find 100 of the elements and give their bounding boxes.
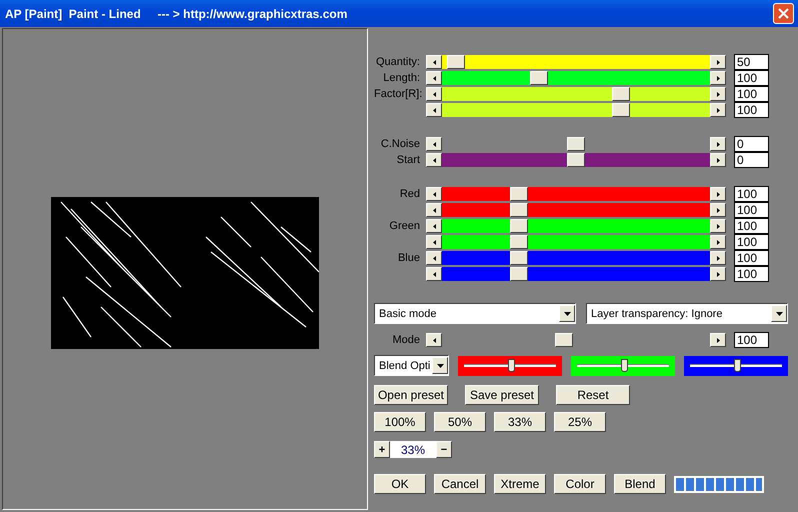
value-field[interactable]: 100 [734,202,769,218]
scroll-right-button[interactable] [710,333,726,347]
slider-label: Start [396,154,420,166]
value-field[interactable]: 0 [734,152,769,168]
value-field[interactable]: 100 [734,250,769,266]
scroll-left-button[interactable] [426,103,442,117]
blend-slider[interactable] [571,356,675,376]
value-field[interactable]: 100 [734,234,769,250]
right-arrow-icon [716,256,720,260]
value-field[interactable]: 100 [734,86,769,102]
scroll-left-button[interactable] [426,203,442,217]
slider-thumb[interactable] [508,358,516,372]
slider-label: Blue [396,252,420,264]
blend-slider[interactable] [458,356,562,376]
scroll-right-button[interactable] [710,203,726,217]
slider-label: Mode [391,334,420,346]
right-arrow-icon [716,208,720,212]
scroll-left-button[interactable] [426,333,442,347]
scroll-right-button[interactable] [710,187,726,201]
value-field[interactable]: 100 [734,332,769,348]
scroll-left-button[interactable] [426,219,442,233]
right-arrow-icon [716,272,720,276]
close-icon [778,8,789,19]
action-button[interactable]: Xtreme [494,474,546,494]
right-arrow-icon [716,92,720,96]
value-field[interactable]: 0 [734,136,769,152]
scroll-left-button[interactable] [426,137,442,151]
right-arrow-icon [716,60,720,64]
action-button[interactable]: Cancel [434,474,486,494]
dropdown[interactable]: Basic mode [374,303,576,324]
scroll-right-button[interactable] [710,71,726,85]
left-arrow-icon [432,108,436,112]
left-arrow-icon [432,142,436,146]
scroll-right-button[interactable] [710,55,726,69]
left-arrow-icon [432,92,436,96]
scroll-left-button[interactable] [426,187,442,201]
scroll-right-button[interactable] [710,235,726,249]
scroll-right-button[interactable] [710,87,726,101]
zoom-field[interactable]: 33% [390,441,436,458]
value-field[interactable]: 100 [734,266,769,282]
blend-slider[interactable] [684,356,788,376]
zoom-preset-button[interactable]: 25% [554,412,606,432]
scroll-left-button[interactable] [426,153,442,167]
right-arrow-icon [716,240,720,244]
scroll-left-button[interactable] [426,267,442,281]
right-arrow-icon [716,224,720,228]
value-field[interactable]: 100 [734,102,769,118]
dropdown[interactable]: Layer transparency: Ignore [586,303,788,324]
value-field[interactable]: 100 [734,70,769,86]
right-arrow-icon [716,108,720,112]
left-arrow-icon [432,208,436,212]
value-field[interactable]: 100 [734,218,769,234]
dropdown-arrow-icon [776,312,782,316]
dropdown-arrow-icon [564,312,570,316]
scroll-left-button[interactable] [426,235,442,249]
left-arrow-icon [432,224,436,228]
scroll-left-button[interactable] [426,71,442,85]
scroll-right-button[interactable] [710,153,726,167]
close-button[interactable] [773,3,794,24]
scroll-left-button[interactable] [426,251,442,265]
scroll-right-button[interactable] [710,103,726,117]
dropdown-arrow-icon [436,364,444,368]
action-button[interactable]: Blend [614,474,666,494]
zoom-out-button[interactable]: − [436,441,452,458]
slider-thumb[interactable] [621,358,628,372]
scroll-right-button[interactable] [710,267,726,281]
slider-label: Green [388,220,420,232]
left-arrow-icon [432,338,436,342]
left-arrow-icon [432,158,436,162]
scroll-left-button[interactable] [426,55,442,69]
left-arrow-icon [432,192,436,196]
value-field[interactable]: 100 [734,186,769,202]
preset-button[interactable]: Open preset [374,385,448,405]
right-arrow-icon [716,158,720,162]
action-button[interactable]: Color [554,474,606,494]
right-arrow-icon [716,192,720,196]
slider-label: Quantity: [374,56,420,68]
zoom-preset-button[interactable]: 100% [374,412,426,432]
dropdown[interactable]: Blend Opti [374,355,449,376]
right-arrow-icon [716,142,720,146]
zoom-preset-button[interactable]: 50% [434,412,486,432]
scroll-right-button[interactable] [710,219,726,233]
scroll-left-button[interactable] [426,87,442,101]
scroll-right-button[interactable] [710,137,726,151]
right-arrow-icon [716,338,720,342]
slider-label: Factor[R]: [374,88,420,100]
slider-thumb[interactable] [734,358,742,372]
left-arrow-icon [432,76,436,80]
slider-label: C.Noise [380,138,420,150]
scroll-right-button[interactable] [710,251,726,265]
slider-label: Red [398,188,420,200]
value-field[interactable]: 50 [734,54,769,70]
preset-button[interactable]: Save preset [465,385,539,405]
left-arrow-icon [432,256,436,260]
preset-button[interactable]: Reset [556,385,630,405]
left-arrow-icon [432,240,436,244]
zoom-preset-button[interactable]: 33% [494,412,546,432]
action-button[interactable]: OK [374,474,426,494]
right-arrow-icon [716,76,720,80]
zoom-in-button[interactable]: + [374,441,390,458]
